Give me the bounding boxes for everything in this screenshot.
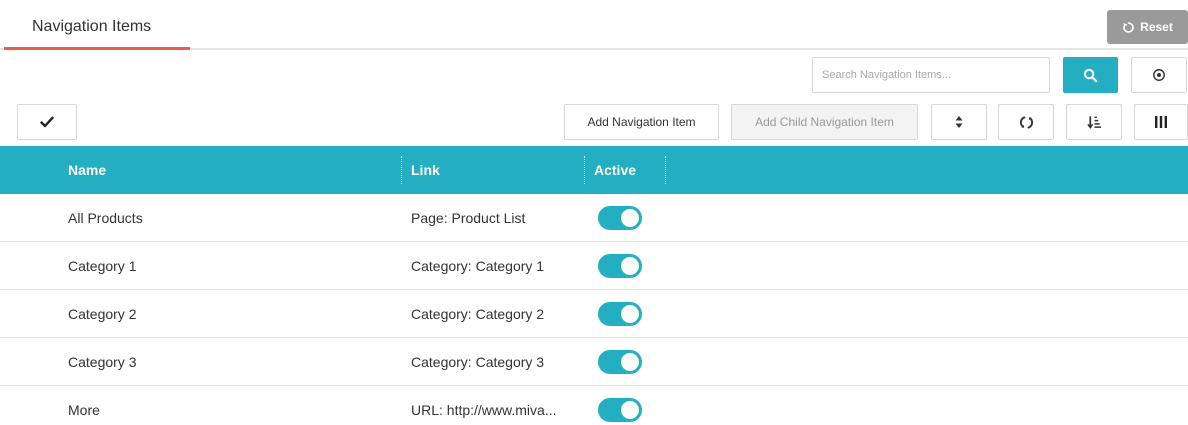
- refresh-button[interactable]: [998, 104, 1054, 140]
- toggle-knob: [621, 353, 639, 371]
- tab-label: Navigation Items: [32, 18, 152, 35]
- table-row[interactable]: More URL: http://www.miva...: [0, 386, 1188, 425]
- add-navigation-item-button[interactable]: Add Navigation Item: [564, 104, 719, 140]
- cell-name: More: [68, 402, 100, 418]
- table-header: Name Link Active: [0, 146, 1188, 194]
- column-header-name[interactable]: Name: [68, 146, 106, 194]
- cell-link: URL: http://www.miva...: [411, 402, 557, 418]
- columns-icon: [1155, 116, 1167, 128]
- reset-button[interactable]: Reset: [1107, 10, 1188, 44]
- cell-name: Category 1: [68, 258, 137, 274]
- check-icon: [40, 116, 54, 128]
- cell-name: Category 3: [68, 354, 137, 370]
- column-resize-handle[interactable]: [665, 156, 666, 184]
- sort-updown-icon: [955, 116, 963, 128]
- tab-bar: Navigation Items Reset: [0, 0, 1188, 52]
- reset-label: Reset: [1140, 20, 1173, 34]
- column-resize-handle[interactable]: [401, 156, 402, 184]
- column-resize-handle[interactable]: [584, 156, 585, 184]
- cell-link: Category: Category 2: [411, 306, 545, 322]
- tab-active-indicator: [4, 47, 190, 50]
- reset-icon: [1123, 21, 1134, 33]
- active-toggle[interactable]: [598, 254, 642, 278]
- active-toggle[interactable]: [598, 206, 642, 230]
- active-toggle[interactable]: [598, 302, 642, 326]
- toggle-knob: [621, 305, 639, 323]
- select-all-button[interactable]: [17, 104, 77, 140]
- active-toggle[interactable]: [598, 398, 642, 422]
- column-header-active[interactable]: Active: [594, 146, 636, 194]
- toggle-knob: [621, 401, 639, 419]
- search-icon: [1083, 68, 1098, 82]
- sort-order-button[interactable]: [1066, 104, 1122, 140]
- table-row[interactable]: Category 2 Category: Category 2: [0, 290, 1188, 338]
- active-toggle[interactable]: [598, 350, 642, 374]
- navigation-items-table: Name Link Active All Products Page: Prod…: [0, 146, 1188, 425]
- column-header-link[interactable]: Link: [411, 146, 440, 194]
- table-row[interactable]: All Products Page: Product List: [0, 194, 1188, 242]
- search-button[interactable]: [1063, 57, 1118, 93]
- columns-button[interactable]: [1134, 104, 1188, 140]
- refresh-icon: [1019, 116, 1033, 128]
- target-icon: [1153, 69, 1165, 81]
- sort-order-icon: [1086, 116, 1101, 129]
- toggle-knob: [621, 257, 639, 275]
- cell-name: Category 2: [68, 306, 137, 322]
- cell-link: Category: Category 3: [411, 354, 545, 370]
- cell-name: All Products: [68, 210, 143, 226]
- sort-button[interactable]: [931, 104, 987, 140]
- table-row[interactable]: Category 1 Category: Category 1: [0, 242, 1188, 290]
- cell-link: Page: Product List: [411, 210, 526, 226]
- table-row[interactable]: Category 3 Category: Category 3: [0, 338, 1188, 386]
- search-input[interactable]: [812, 57, 1050, 93]
- cell-link: Category: Category 1: [411, 258, 545, 274]
- tab-navigation-items[interactable]: Navigation Items: [4, 10, 190, 50]
- add-child-navigation-item-button[interactable]: Add Child Navigation Item: [731, 104, 918, 140]
- toggle-knob: [621, 209, 639, 227]
- locate-button[interactable]: [1131, 57, 1187, 93]
